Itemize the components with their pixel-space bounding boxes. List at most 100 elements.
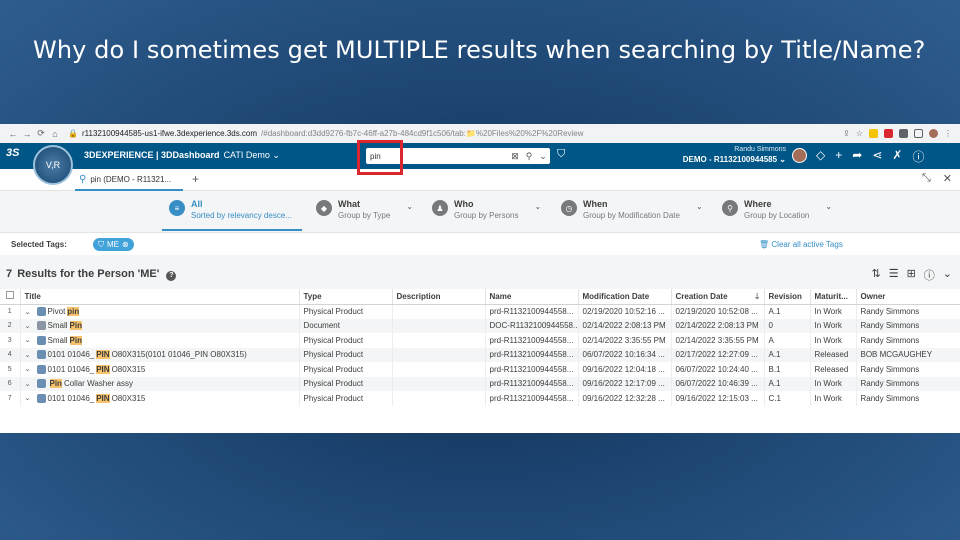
sidebar-icon[interactable]: [914, 129, 923, 138]
type-cell: Physical Product: [299, 333, 393, 348]
expand-chevron-icon[interactable]: ⌄: [25, 351, 35, 359]
extension-icon[interactable]: [869, 129, 878, 138]
table-row[interactable]: 1 ⌄ Pivot pin Physical Product prd-R11321009…: [0, 304, 960, 319]
info-icon[interactable]: ⓘ: [924, 267, 935, 283]
chevron-down-icon[interactable]: ⌄: [406, 202, 413, 211]
revision-cell: 0: [764, 318, 811, 333]
title-cell[interactable]: ⌄ 0101 01046_ PIN O80X315(0101 01046_PIN O…: [20, 347, 300, 362]
creation-date-cell: 09/16/2022 12:15:03 ...: [671, 391, 765, 406]
column-header-modification-date[interactable]: Modification Date: [578, 289, 672, 305]
back-icon[interactable]: ←: [6, 129, 20, 139]
collapse-icon[interactable]: ⤡: [922, 172, 931, 185]
tag-icon: ⛉: [98, 239, 104, 249]
user-name: Randu Simmons: [734, 146, 786, 153]
column-header-revision[interactable]: Revision: [764, 289, 811, 305]
sort-icon[interactable]: ⇅: [871, 267, 880, 283]
expand-chevron-icon[interactable]: ⌄: [25, 308, 35, 316]
column-header-creation-date[interactable]: Creation Date ⇣: [671, 289, 765, 305]
table-row[interactable]: 5 ⌄ 0101 01046_ PIN O80X315 Physical Product…: [0, 362, 960, 377]
star-icon[interactable]: ☆: [856, 129, 863, 138]
maturity-cell: In Work: [810, 376, 857, 391]
compass-icon[interactable]: V,R: [33, 145, 73, 185]
add-icon[interactable]: +: [835, 148, 842, 165]
checkbox[interactable]: [5, 291, 14, 300]
title-cell[interactable]: ⌄ Small Pin: [20, 333, 300, 348]
table-row[interactable]: 6 ⌄ Pin Collar Washer assy Physical Product…: [0, 376, 960, 391]
filter-label: Where: [744, 199, 772, 209]
tag-icon[interactable]: ⛉: [557, 148, 565, 161]
title-cell[interactable]: ⌄ Small Pin: [20, 318, 300, 333]
filter-when[interactable]: ◷ When Group by Modification Date ⌄: [561, 199, 703, 221]
app-title: 3DEXPERIENCE | 3DDashboard CATI Demo ⌄: [84, 150, 280, 161]
column-header-description[interactable]: Description: [392, 289, 486, 305]
profile-avatar[interactable]: [929, 129, 938, 138]
home-icon[interactable]: ⌂: [48, 129, 62, 139]
table-row[interactable]: 2 ⌄ Small Pin Document DOC-R1132100944558...…: [0, 318, 960, 333]
filter-all[interactable]: ≡ All Sorted by relevancy desce...: [169, 199, 292, 221]
column-header-owner[interactable]: Owner: [856, 289, 960, 305]
compass-tag-icon[interactable]: ◇: [816, 148, 825, 165]
expand-chevron-icon[interactable]: ⌄: [25, 336, 35, 344]
filter-what[interactable]: ◆ What Group by Type ⌄: [316, 199, 413, 221]
reload-icon[interactable]: ⟳: [34, 128, 48, 139]
share-icon[interactable]: ⇪: [843, 129, 850, 138]
forward-icon[interactable]: →: [20, 129, 34, 139]
add-tab-button[interactable]: +: [192, 172, 199, 186]
owner-cell: Randy Simmons: [856, 333, 960, 348]
help-icon[interactable]: ?: [166, 271, 177, 281]
screenshot-panel: ← → ⟳ ⌂ 🔒 r1132100944585-us1-ifwe.3dexpe…: [0, 124, 960, 433]
expand-chevron-icon[interactable]: ⌄: [25, 322, 35, 330]
pdf-extension-icon[interactable]: [884, 129, 893, 138]
chevron-down-icon[interactable]: ⌄: [534, 202, 541, 211]
tag-chip-me[interactable]: ⛉ ME ⊗: [93, 238, 134, 251]
avatar[interactable]: [792, 148, 807, 163]
dashboard-selector[interactable]: CATI Demo ⌄: [224, 150, 280, 160]
filter-where[interactable]: ⚲ Where Group by Location ⌄: [722, 199, 832, 221]
list-view-icon[interactable]: ☰: [889, 267, 899, 283]
table-row[interactable]: 7 ⌄ 0101 01046_ PIN O80X315 Physical Product…: [0, 391, 960, 406]
expand-chevron-icon[interactable]: ⌄: [25, 394, 35, 402]
column-header-title[interactable]: Title: [20, 289, 300, 305]
description-cell: [392, 391, 486, 406]
share-icon[interactable]: ➦: [852, 148, 862, 165]
title-cell[interactable]: ⌄ 0101 01046_ PIN O80X315: [20, 391, 300, 406]
filter-label: Who: [454, 199, 474, 209]
table-row[interactable]: 3 ⌄ Small Pin Physical Product prd-R11321009…: [0, 333, 960, 348]
address-bar[interactable]: 🔒 r1132100944585-us1-ifwe.3dexperience.3…: [68, 129, 843, 138]
row-index: 3: [0, 333, 21, 348]
title-cell[interactable]: ⌄ 0101 01046_ PIN O80X315: [20, 362, 300, 377]
search-match-highlight: PIN: [96, 350, 110, 360]
collaborate-icon[interactable]: ⋖: [872, 148, 882, 165]
expand-chevron-icon[interactable]: ⌄: [25, 380, 35, 388]
select-all-checkbox[interactable]: [0, 289, 21, 305]
search-icon[interactable]: ⚲: [522, 151, 536, 162]
clear-search-icon[interactable]: ⊠: [508, 151, 522, 162]
column-header-maturity[interactable]: Maturit...: [810, 289, 857, 305]
filter-who[interactable]: ♟ Who Group by Persons ⌄: [432, 199, 541, 221]
owner-cell: Randy Simmons: [856, 304, 960, 319]
remove-tag-icon[interactable]: ⊗: [122, 240, 129, 249]
column-header-name[interactable]: Name: [485, 289, 579, 305]
chevron-down-icon[interactable]: ⌄: [696, 202, 703, 211]
title-cell[interactable]: ⌄ Pin Collar Washer assy: [20, 376, 300, 391]
column-header-type[interactable]: Type: [299, 289, 393, 305]
more-icon[interactable]: ⋮: [944, 129, 952, 138]
table-row[interactable]: 4 ⌄ 0101 01046_ PIN O80X315(0101 01046_PIN …: [0, 347, 960, 362]
tools-icon[interactable]: ✗: [892, 148, 902, 165]
help-icon[interactable]: ⓘ: [912, 148, 924, 165]
ds-logo: 3S: [6, 147, 20, 159]
expand-chevron-icon[interactable]: ⌄: [25, 365, 35, 373]
puzzle-icon[interactable]: [899, 129, 908, 138]
creation-date-cell: 06/07/2022 10:46:39 ...: [671, 376, 765, 391]
clear-tags-link[interactable]: 🗑 Clear all active Tags: [759, 240, 843, 249]
title-cell[interactable]: ⌄ Pivot pin: [20, 304, 300, 319]
tab-search-results[interactable]: ⚲ pin (DEMO - R11321...: [75, 169, 183, 191]
chevron-down-icon[interactable]: ⌄: [943, 267, 952, 283]
tile-view-icon[interactable]: ⊞: [907, 267, 916, 283]
user-block[interactable]: Randu Simmons DEMO - R1132100944585 ⌄: [660, 145, 786, 165]
title-suffix: Collar Washer assy: [63, 379, 134, 389]
close-icon[interactable]: ✕: [943, 172, 952, 185]
chevron-down-icon[interactable]: ⌄: [825, 202, 832, 211]
chevron-down-icon[interactable]: ⌄: [536, 151, 550, 162]
search-input[interactable]: pin ⊠ ⚲ ⌄: [366, 148, 550, 164]
